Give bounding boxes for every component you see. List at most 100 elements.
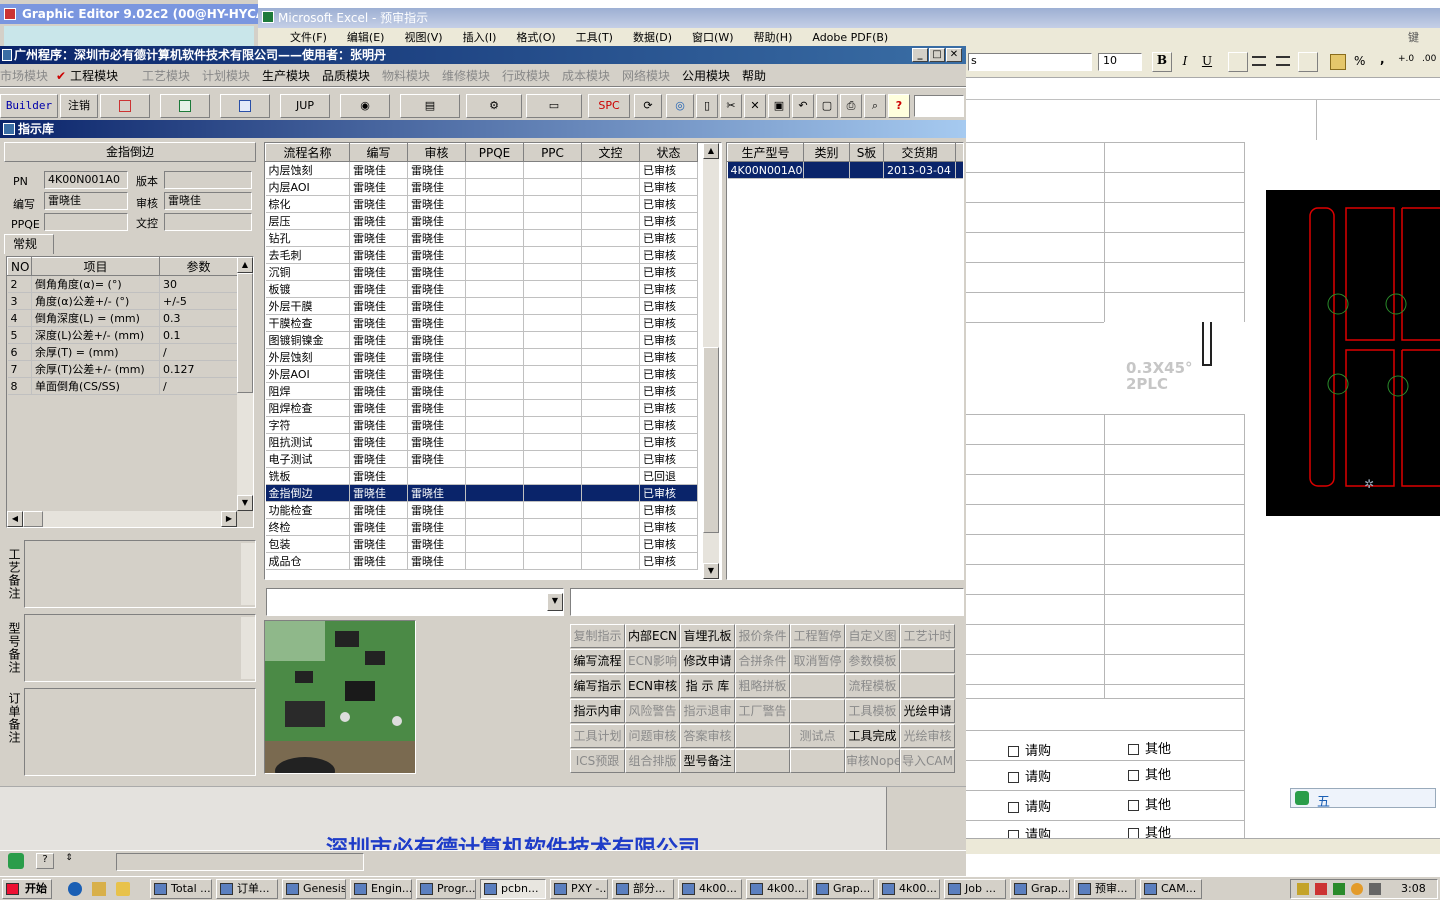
taskbar-item[interactable]: 4k00... [678,879,742,899]
note-scroll[interactable] [241,543,255,605]
flow-row[interactable]: 棕化 雷晓佳 雷晓佳 已审核 [265,195,698,213]
flow-header[interactable]: 审核 [407,143,466,162]
scroll-up-icon[interactable]: ▲ [703,143,719,159]
flow-row[interactable]: 金指倒边 雷晓佳 雷晓佳 已审核 [265,484,698,502]
action-button[interactable] [735,749,790,773]
cut-icon[interactable]: ✂ [720,94,742,118]
menu-6[interactable]: 物料模块 [382,67,430,84]
menu-2[interactable]: 工艺模块 [142,67,190,84]
excel-export-icon[interactable] [160,94,210,118]
excel-menu-item[interactable]: 帮助(H) [754,28,793,48]
report-icon[interactable] [100,94,150,118]
maximize-button[interactable]: □ [929,48,945,62]
merge-icon[interactable] [1298,52,1318,72]
excel-menu-item[interactable]: 视图(V) [404,28,442,48]
explorer-icon[interactable] [116,882,130,896]
process-note-box[interactable] [24,540,256,608]
search-input[interactable] [570,588,964,616]
flow-row[interactable]: 阻焊 雷晓佳 雷晓佳 已审核 [265,382,698,400]
hscroll-thumb[interactable] [23,511,43,527]
flow-header[interactable]: 编写 [349,143,408,162]
pn-field[interactable]: 4K00N001A0 [44,171,128,189]
action-button[interactable]: 报价条件 [735,624,790,648]
sogou-icon[interactable] [8,853,24,869]
action-button[interactable]: 光绘审核 [900,724,955,748]
flow-header[interactable]: PPQE [465,143,524,162]
excel-title[interactable]: Microsoft Excel - 预审指示 [258,8,1440,28]
scroll-down-icon[interactable]: ▼ [703,563,719,579]
flow-row[interactable]: 阻焊检查 雷晓佳 雷晓佳 已审核 [265,399,698,417]
taskbar-item[interactable]: 4k00... [746,879,808,899]
tray-icon[interactable] [1297,883,1309,895]
flow-row[interactable]: 内层蚀刻 雷晓佳 雷晓佳 已审核 [265,161,698,179]
help-icon[interactable]: ? [36,853,54,869]
refresh-icon[interactable]: ⟳ [634,94,662,118]
action-button[interactable]: 工具模板 [845,699,900,723]
logout-button[interactable]: 注销 [60,94,98,118]
action-button[interactable]: 工艺计时 [900,624,955,648]
taskbar-item[interactable]: Grap... [1010,879,1070,899]
menu-7[interactable]: 维修模块 [442,67,490,84]
action-button[interactable]: ICS预跟 [570,749,625,773]
flow-row[interactable]: 阻抗测试 雷晓佳 雷晓佳 已审核 [265,433,698,451]
action-button[interactable] [790,674,845,698]
excel-menu-item[interactable]: Adobe PDF(B) [812,28,888,48]
taskbar-item[interactable]: Genesis [282,879,346,899]
ie-icon[interactable] [68,882,82,896]
author-field[interactable]: 雷晓佳 [44,192,128,210]
taskbar-item[interactable]: Engin... [350,879,412,899]
minimize-button[interactable]: _ [912,48,928,62]
action-button[interactable] [790,699,845,723]
help-icon[interactable]: ? [888,94,910,118]
flow-row[interactable]: 电子测试 雷晓佳 雷晓佳 已审核 [265,450,698,468]
network-icon[interactable]: ⚙ [466,94,522,118]
param-row[interactable]: 8 单面倒角(CS/SS) / [7,377,238,395]
action-button[interactable]: 审核Nope [845,749,900,773]
tray-icon[interactable] [1369,883,1381,895]
param-row[interactable]: 5 深度(L)公差+/- (mm) 0.1 [7,326,238,344]
scroll-up-icon[interactable]: ▲ [237,257,253,273]
increase-decimal-icon[interactable]: +.0 [1398,54,1414,64]
flow-row[interactable]: 包装 雷晓佳 雷晓佳 已审核 [265,535,698,553]
order-note-box[interactable] [24,688,256,776]
menu-1[interactable]: ✔ 工程模块 [56,67,118,84]
scroll-right-icon[interactable]: ▶ [221,511,237,527]
param-row[interactable]: 2 倒角角度(α)= (°) 30 [7,275,238,293]
action-button[interactable]: 指示退审 [680,699,735,723]
flow-row[interactable]: 成品仓 雷晓佳 雷晓佳 已审核 [265,552,698,570]
other-checkbox[interactable]: 其他 [1128,738,1171,757]
taskbar-item[interactable]: Job ... [944,879,1006,899]
scroll-thumb[interactable] [703,347,719,533]
flow-row[interactable]: 去毛刺 雷晓佳 雷晓佳 已审核 [265,246,698,264]
word-export-icon[interactable] [220,94,270,118]
flow-row[interactable]: 层压 雷晓佳 雷晓佳 已审核 [265,212,698,230]
action-button[interactable]: 型号备注 [680,749,735,773]
align-right-icon[interactable] [1276,56,1290,66]
view-icon[interactable]: ◉ [340,94,390,118]
scroll-thumb[interactable] [237,273,253,393]
currency-icon[interactable] [1330,54,1346,70]
flow-row[interactable]: 铣板 雷晓佳 已回退 [265,467,698,485]
action-button[interactable]: 参数模板 [845,649,900,673]
start-button[interactable]: 开始 [2,879,52,899]
excel-menu-item[interactable]: 工具(T) [576,28,613,48]
action-button[interactable]: 取消暂停 [790,649,845,673]
action-button[interactable]: 自定义图 [845,624,900,648]
undo-icon[interactable]: ↶ [792,94,814,118]
jup-button[interactable]: JUP [280,94,330,118]
model-note-box[interactable] [24,614,256,682]
spc-button[interactable]: SPC [588,94,630,118]
param-row[interactable]: 3 角度(α)公差+/- (°) +/-5 [7,292,238,310]
action-button[interactable]: 编写流程 [570,649,625,673]
excel-hscroll[interactable] [966,838,1440,854]
doc-control-field[interactable] [164,213,252,231]
new-icon[interactable]: ▯ [696,94,718,118]
other-checkbox[interactable]: 其他 [1128,764,1171,783]
action-button[interactable]: 复制指示 [570,624,625,648]
flow-row[interactable]: 内层AOI 雷晓佳 雷晓佳 已审核 [265,178,698,196]
excel-menu-item[interactable]: 编辑(E) [347,28,385,48]
action-button[interactable]: 内部ECN [625,624,680,648]
action-button[interactable]: ECN影响 [625,649,680,673]
note-scroll[interactable] [241,617,255,679]
param-vscroll[interactable]: ▲ ▼ [237,257,253,511]
